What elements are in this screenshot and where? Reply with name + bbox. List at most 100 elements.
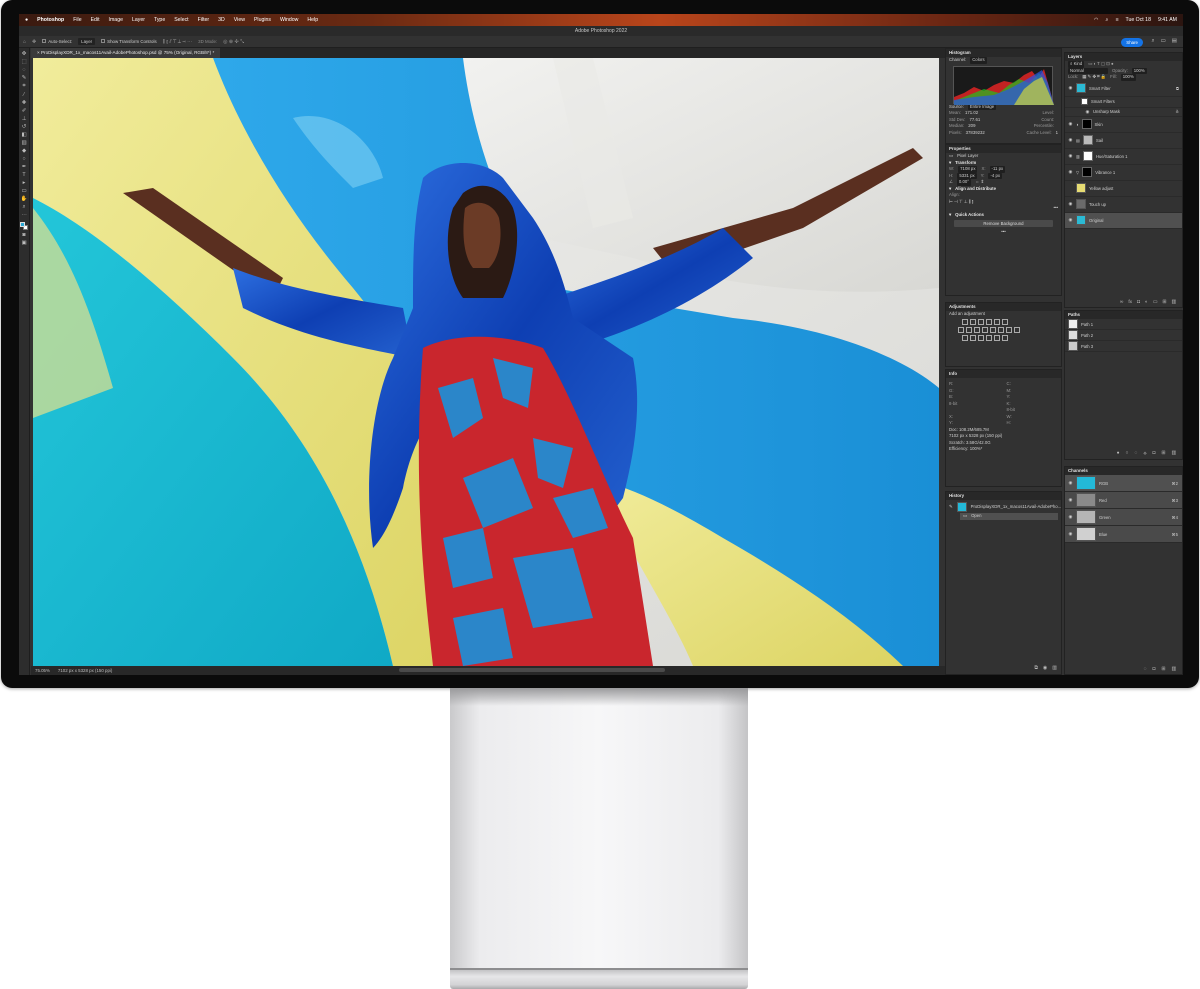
eraser-tool-icon[interactable]: ◧ xyxy=(21,132,26,138)
link-icon[interactable]: ∞ xyxy=(1120,300,1123,305)
more-tools-icon[interactable]: ⋯ xyxy=(21,213,26,219)
channel-row[interactable]: ◉ Blue ⌘5 xyxy=(1065,526,1182,543)
move-tool-icon[interactable]: ✥ xyxy=(32,39,36,45)
y-field[interactable]: -4 px xyxy=(988,172,1002,179)
mask-icon[interactable]: ◘ xyxy=(1137,300,1140,305)
lock-icons[interactable]: ▦ ✎ ✥ ⌗ 🔒 xyxy=(1082,74,1106,81)
quick-select-tool-icon[interactable]: ✎ xyxy=(22,75,26,81)
screen-mode-icon[interactable]: ▣ xyxy=(21,240,26,246)
trash-icon[interactable]: ▥ xyxy=(1052,665,1057,671)
clock[interactable]: Tue Oct 18 xyxy=(1125,17,1150,23)
adjustments-title[interactable]: Adjustments xyxy=(946,303,1061,311)
x-field[interactable]: -11 px xyxy=(989,166,1006,173)
adjustment-layer-icon[interactable]: ◐ xyxy=(1145,300,1148,305)
layer-row[interactable]: ◉ ◑ Skin xyxy=(1065,117,1182,133)
horizontal-scrollbar[interactable] xyxy=(399,668,665,672)
quick-mask-icon[interactable]: ◙ xyxy=(22,232,25,238)
filter-icons[interactable]: ▭ ◐ T ▢ ⊡ ● xyxy=(1088,61,1113,68)
clone-stamp-tool-icon[interactable]: ⊥ xyxy=(22,116,27,122)
eye-icon[interactable]: ◉ xyxy=(1068,137,1073,143)
trash-icon[interactable]: ▥ xyxy=(1171,451,1176,457)
menu-app[interactable]: Photoshop xyxy=(37,17,64,23)
hand-tool-icon[interactable]: ✋ xyxy=(21,196,28,202)
home-icon[interactable]: ⌂ xyxy=(23,39,26,45)
adjustment-icons-row2[interactable] xyxy=(946,326,1061,334)
load-selection-icon[interactable]: ◌ xyxy=(1134,451,1137,457)
make-path-icon[interactable]: ⟡ xyxy=(1143,451,1146,457)
search-icon[interactable]: ⌕ xyxy=(1152,38,1155,45)
layer-row[interactable]: ◉ Original xyxy=(1065,212,1182,229)
width-field[interactable]: 7108 px xyxy=(958,166,978,173)
new-channel-icon[interactable]: ⊞ xyxy=(1161,667,1165,672)
control-center-icon[interactable]: ≡ xyxy=(1115,17,1118,23)
channel-row[interactable]: ◉ Green ⌘4 xyxy=(1065,509,1182,526)
properties-title[interactable]: Properties xyxy=(946,145,1061,153)
group-icon[interactable]: ▭ xyxy=(1153,300,1158,305)
new-path-icon[interactable]: ⊞ xyxy=(1161,451,1165,457)
workspace-icon[interactable]: ▭ xyxy=(1161,38,1166,45)
path-row[interactable]: Path 3 xyxy=(1065,341,1182,352)
new-document-icon[interactable]: ⧉ xyxy=(1034,665,1038,671)
adjustment-icons-row1[interactable] xyxy=(946,318,1061,326)
marquee-tool-icon[interactable]: ⬚ xyxy=(21,59,26,65)
fx-icon[interactable]: fx xyxy=(1128,300,1132,305)
history-brush-tool-icon[interactable]: ↺ xyxy=(22,124,26,130)
eye-icon[interactable]: ◉ xyxy=(1068,201,1073,207)
kind-filter[interactable]: ⌕ Kind xyxy=(1068,61,1085,68)
paths-title[interactable]: Paths xyxy=(1065,311,1182,319)
eye-icon[interactable]: ◉ xyxy=(1068,531,1073,537)
menu-plugins[interactable]: Plugins xyxy=(254,17,271,23)
color-swatches[interactable] xyxy=(20,222,28,230)
eyedropper-tool-icon[interactable]: ⁄ xyxy=(24,92,25,98)
layer-row[interactable]: ◉ Touch up xyxy=(1065,197,1182,213)
shape-tool-icon[interactable]: ▭ xyxy=(21,188,26,194)
layer-row[interactable]: ◉ Smart Filter ⧉ xyxy=(1065,81,1182,97)
menu-help[interactable]: Help xyxy=(307,17,318,23)
quick-actions-section[interactable]: ▾ Quick Actions xyxy=(946,212,1061,219)
move-tool-icon[interactable]: ✥ xyxy=(22,51,26,57)
stroke-path-icon[interactable]: ○ xyxy=(1126,451,1129,457)
menu-edit[interactable]: Edit xyxy=(91,17,100,23)
menu-type[interactable]: Type xyxy=(154,17,165,23)
layer-row[interactable]: ◉ ▽ Vibrance 1 xyxy=(1065,165,1182,181)
path-row[interactable]: Path 1 xyxy=(1065,319,1182,330)
lasso-tool-icon[interactable]: ◌ xyxy=(22,67,25,73)
auto-select-checkbox[interactable]: Auto-Select: xyxy=(42,39,72,44)
healing-tool-icon[interactable]: ✚ xyxy=(22,100,26,106)
filter-options-icon[interactable]: ≚ xyxy=(1175,109,1179,114)
menu-file[interactable]: File xyxy=(73,17,81,23)
brush-tool-icon[interactable]: ✐ xyxy=(22,108,26,114)
menu-layer[interactable]: Layer xyxy=(132,17,145,23)
mask-icon[interactable]: ◘ xyxy=(1153,451,1156,457)
layer-row[interactable]: ◉ ▥ Hue/Saturation 1 xyxy=(1065,149,1182,165)
layer-row[interactable]: Yellow adjust xyxy=(1065,181,1182,197)
eye-icon[interactable]: ◉ xyxy=(1068,514,1073,520)
show-transform-checkbox[interactable]: Show Transform Controls xyxy=(101,39,157,44)
menu-view[interactable]: View xyxy=(234,17,245,23)
history-title[interactable]: History xyxy=(946,492,1061,500)
menu-filter[interactable]: Filter xyxy=(198,17,210,23)
search-icon[interactable]: ⌕ xyxy=(1106,17,1109,24)
adjustment-icons-row3[interactable] xyxy=(946,334,1061,342)
eye-icon[interactable]: ◉ xyxy=(1068,153,1073,159)
quick-more[interactable]: ••• xyxy=(946,229,1061,236)
channel-row[interactable]: ◉ RGB ⌘2 xyxy=(1065,475,1182,492)
layer-row[interactable]: ◉ Unsharp Mask ≚ xyxy=(1065,108,1182,117)
wifi-icon[interactable]: ◠ xyxy=(1094,17,1099,23)
share-button[interactable]: Share xyxy=(1121,38,1143,47)
menu-3d[interactable]: 3D xyxy=(218,17,225,23)
load-selection-icon[interactable]: ◌ xyxy=(1144,667,1147,672)
camera-icon[interactable]: ◉ xyxy=(1043,665,1047,671)
menu-image[interactable]: Image xyxy=(109,17,123,23)
eye-icon[interactable]: ◉ xyxy=(1068,169,1073,175)
eye-icon[interactable]: ◉ xyxy=(1068,121,1073,127)
history-open-step[interactable]: ▭ Open xyxy=(960,513,1058,520)
type-tool-icon[interactable]: T xyxy=(22,172,25,178)
layers-title[interactable]: Layers xyxy=(1065,53,1182,61)
info-title[interactable]: Info xyxy=(946,370,1061,378)
fill-path-icon[interactable]: ● xyxy=(1117,451,1120,457)
apple-menu-icon[interactable]: ● xyxy=(25,17,28,23)
fill-field[interactable]: 100% xyxy=(1120,74,1136,81)
menu-window[interactable]: Window xyxy=(280,17,298,23)
clock-time[interactable]: 9:41 AM xyxy=(1158,17,1177,23)
